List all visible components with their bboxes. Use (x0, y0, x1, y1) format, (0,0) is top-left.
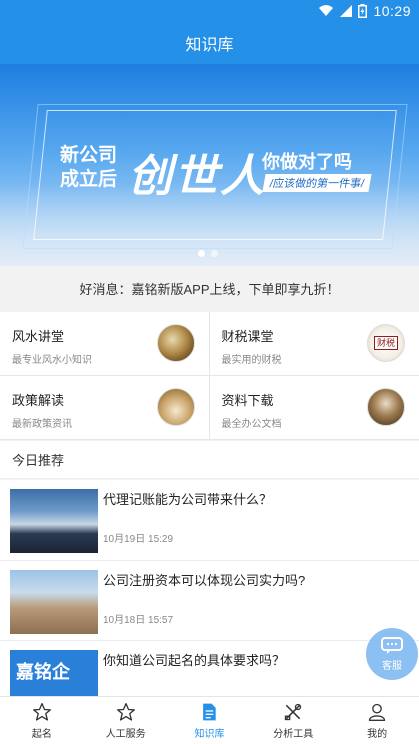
article-time: 10月18日 15:57 (103, 615, 174, 626)
pager-dot-active[interactable] (198, 250, 205, 257)
tab-label: 我的 (367, 728, 388, 740)
status-time: 10:29 (373, 3, 411, 19)
tab-profile[interactable]: 我的 (335, 697, 419, 744)
tab-label: 知识库 (194, 728, 225, 740)
article-time: 10月19日 15:29 (103, 534, 174, 545)
customer-service-label: 客服 (382, 660, 402, 672)
article-headline: 代理记账能为公司带来什么？ (103, 492, 273, 507)
status-bar: 10:29 (0, 0, 419, 22)
docs-thumbnail (367, 388, 405, 426)
article-headline: 公司注册资本可以体现公司实力吗? (103, 573, 306, 588)
tab-label: 分析工具 (273, 728, 314, 740)
pager-dot[interactable] (211, 250, 218, 257)
category-policy[interactable]: 政策解读 最新政策资讯 (0, 376, 210, 440)
tax-seal: 财税 (374, 336, 398, 350)
article-logo-text: 嘉铭企 (16, 662, 70, 682)
tab-manual-service[interactable]: 人工服务 (84, 697, 168, 744)
notice-bar[interactable]: 好消息：嘉铭新版APP上线，下单即享九折！ (0, 266, 419, 310)
chat-icon (381, 636, 403, 654)
article-image: 嘉铭企 (10, 650, 98, 696)
tab-naming[interactable]: 起名 (0, 697, 84, 744)
tax-thumbnail: 财税 (367, 324, 405, 362)
fengshui-thumbnail (156, 324, 195, 362)
star-outline-icon (32, 702, 51, 721)
category-tax[interactable]: 财税课堂 最实用的财税 财税 (209, 312, 419, 376)
battery-icon (358, 4, 368, 18)
document-icon (203, 703, 217, 720)
section-title: 今日推荐 (0, 441, 419, 479)
article-image (10, 489, 98, 553)
list-item[interactable]: 嘉铭企 你知道公司起名的具体要求吗？ (0, 640, 419, 696)
article-headline: 你知道公司起名的具体要求吗？ (103, 653, 286, 668)
banner-line1: 新公司 (60, 145, 118, 166)
banner-tag: /应该做的第一件事/ (262, 174, 372, 192)
banner-slogan-big: 创世人 (128, 152, 266, 201)
customer-service-button[interactable]: 客服 (366, 628, 418, 680)
person-icon (368, 703, 386, 721)
policy-thumbnail (156, 388, 195, 426)
promo-banner[interactable]: 新公司 成立后 创世人 你做对了吗 /应该做的第一件事/ (0, 64, 419, 266)
tab-label: 人工服务 (105, 728, 146, 740)
tools-icon (285, 703, 302, 720)
tab-analysis-tools[interactable]: 分析工具 (251, 697, 335, 744)
banner-slogan-left: 新公司 成立后 (60, 144, 130, 192)
category-fengshui[interactable]: 风水讲堂 最专业风水小知识 (0, 312, 210, 376)
list-item[interactable]: 代理记账能为公司带来什么？ 10月19日 15:29 (0, 480, 419, 560)
banner-pager (198, 250, 218, 257)
tab-knowledge[interactable]: 知识库 (168, 697, 252, 744)
banner-line2: 成立后 (60, 169, 118, 190)
page: 10:29 知识库 新公司 成立后 创世人 你做对了吗 /应该做的第一件事/ 好… (0, 0, 419, 744)
page-title: 知识库 (0, 22, 419, 64)
signal-icon (340, 5, 353, 17)
tab-label: 起名 (31, 728, 52, 740)
banner-slogan-right: 你做对了吗 (262, 152, 352, 172)
list-item[interactable]: 公司注册资本可以体现公司实力吗? 10月18日 15:57 (0, 560, 419, 640)
wifi-icon (319, 5, 334, 17)
article-list: 代理记账能为公司带来什么？ 10月19日 15:29 公司注册资本可以体现公司实… (0, 480, 419, 696)
category-grid: 风水讲堂 最专业风水小知识 财税课堂 最实用的财税 财税 政策解读 最新政策资讯… (0, 312, 419, 440)
tab-bar: 起名 人工服务 知识库 分析工具 我的 (0, 696, 419, 744)
star-outline-icon (116, 702, 135, 721)
article-image (10, 570, 98, 634)
category-docs[interactable]: 资料下载 最全办公文档 (209, 376, 419, 440)
